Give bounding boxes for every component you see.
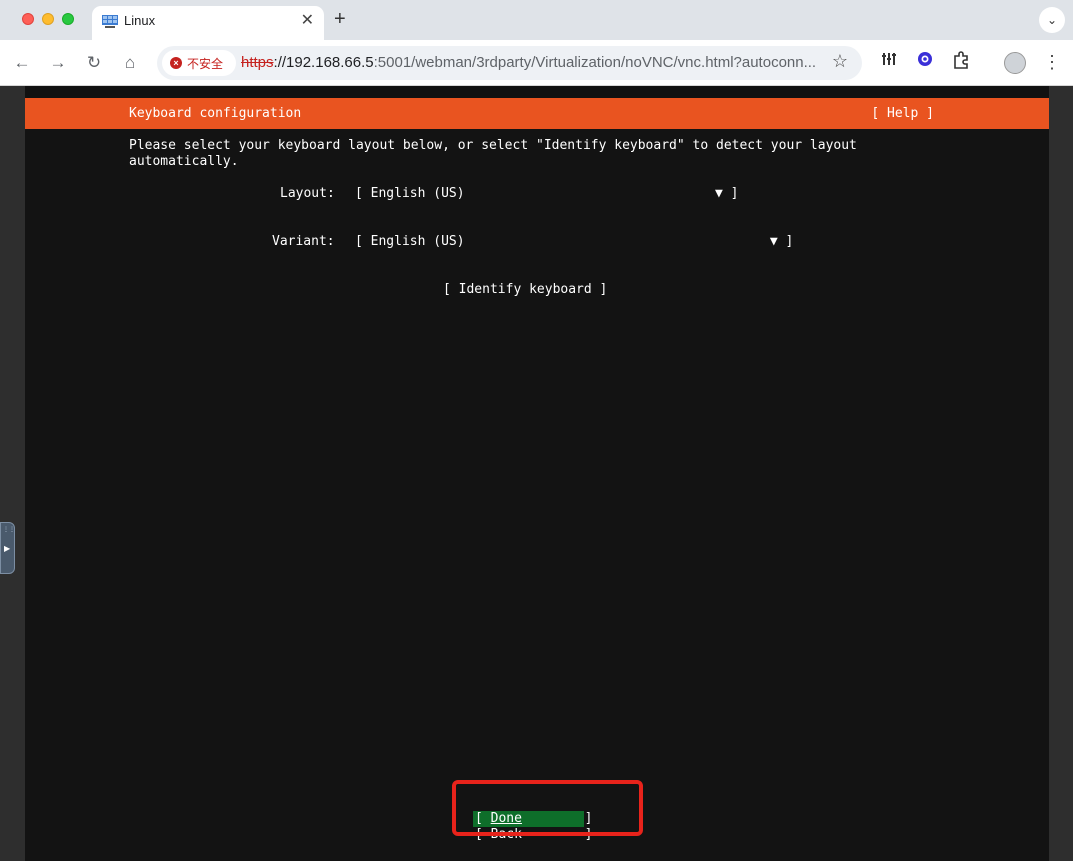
back-icon[interactable]: ← — [10, 51, 34, 75]
bookmark-star-icon[interactable]: ☆ — [832, 51, 848, 72]
security-label: 不安全 — [187, 57, 224, 71]
installer-header: Keyboard configuration [ Help ] — [25, 98, 1049, 129]
url-scheme: https — [241, 54, 274, 71]
vnc-top-strip — [25, 86, 1049, 98]
layout-dropdown[interactable]: [ English (US) ▼ ] — [355, 186, 739, 201]
help-button[interactable]: [ Help ] — [871, 106, 934, 121]
zoom-window-button[interactable] — [62, 13, 74, 25]
home-icon[interactable]: ⌂ — [118, 51, 142, 75]
extension-tools-icon[interactable] — [877, 51, 901, 75]
security-indicator[interactable]: × 不安全 — [162, 50, 236, 76]
browser-menu-icon[interactable]: ⋮ — [1042, 51, 1062, 75]
tab-title: Linux — [124, 13, 156, 28]
instruction-line-1: Please select your keyboard layout below… — [129, 138, 857, 153]
vnc-viewport[interactable]: Keyboard configuration [ Help ] Please s… — [0, 86, 1073, 861]
url-text[interactable]: https://192.168.66.5:5001/webman/3rdpart… — [241, 54, 816, 71]
new-tab-button[interactable]: + — [334, 7, 346, 31]
variant-label: Variant: — [272, 234, 335, 249]
virtualization-favicon-icon — [102, 15, 118, 28]
installer-screen[interactable]: Keyboard configuration [ Help ] Please s… — [25, 98, 1049, 861]
tab-search-button[interactable]: ⌄ — [1039, 7, 1065, 33]
url-host: ://192.168.66.5 — [273, 54, 374, 71]
extensions-puzzle-icon[interactable] — [949, 51, 973, 75]
installer-title: Keyboard configuration — [129, 106, 302, 121]
address-bar[interactable]: × 不安全 https://192.168.66.5:5001/webman/3… — [157, 46, 862, 80]
browser-toolbar: ← → ↻ ⌂ × 不安全 https://192.168.66.5:5001/… — [0, 40, 1073, 86]
instruction-line-2: automatically. — [129, 154, 239, 169]
profile-avatar[interactable] — [1004, 52, 1026, 74]
url-path: :5001/webman/3rdparty/Virtualization/noV… — [373, 54, 817, 71]
novnc-control-bar-handle[interactable]: ⋮⋮ ▶ — [0, 522, 15, 574]
browser-tab-linux[interactable]: Linux ✕ — [92, 6, 324, 40]
minimize-window-button[interactable] — [42, 13, 54, 25]
expand-arrow-icon: ▶ — [4, 544, 11, 553]
variant-dropdown[interactable]: [ English (US) ▼ ] — [355, 234, 793, 249]
annotation-highlight-box — [452, 780, 643, 836]
warning-icon: × — [170, 57, 182, 69]
extension-circle-icon[interactable] — [913, 51, 937, 75]
identify-keyboard-button[interactable]: [ Identify keyboard ] — [443, 282, 607, 297]
reload-icon[interactable]: ↻ — [82, 51, 106, 75]
forward-icon[interactable]: → — [46, 51, 70, 75]
tab-strip: Linux ✕ + ⌄ — [0, 0, 1073, 40]
layout-label: Layout: — [280, 186, 335, 201]
close-window-button[interactable] — [22, 13, 34, 25]
drag-grip-icon: ⋮⋮ — [3, 527, 15, 533]
tab-close-icon[interactable]: ✕ — [301, 11, 314, 31]
